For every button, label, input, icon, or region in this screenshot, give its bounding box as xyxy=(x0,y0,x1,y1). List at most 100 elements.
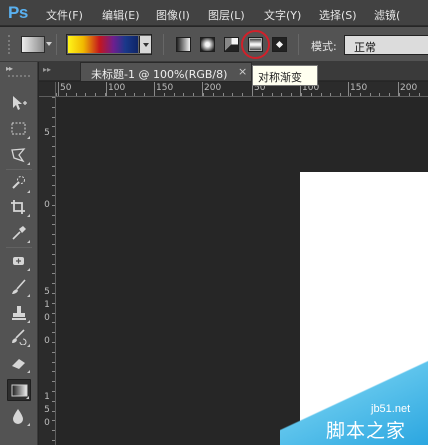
menu-type[interactable]: 文字(Y) xyxy=(264,7,301,23)
tools-panel: ▸▸ xyxy=(0,62,38,445)
ruler-label: 0 xyxy=(44,200,50,210)
angle-gradient-icon[interactable] xyxy=(224,37,239,52)
ruler-minor-tick xyxy=(389,93,391,96)
menu-select[interactable]: 选择(S) xyxy=(319,7,357,23)
ruler-minor-tick xyxy=(350,93,351,96)
photoshop-logo[interactable]: Ps xyxy=(8,3,28,23)
ruler-minor-tick xyxy=(134,93,136,96)
quick-selection-tool[interactable] xyxy=(7,172,31,194)
ruler-minor-tick xyxy=(52,165,55,167)
ruler-minor-tick xyxy=(52,391,55,392)
crop-icon xyxy=(11,200,25,214)
submenu-indicator-icon xyxy=(27,268,30,271)
ruler-minor-tick xyxy=(52,185,55,187)
diamond-gradient-icon[interactable] xyxy=(272,37,287,52)
gradient-preview[interactable] xyxy=(68,36,138,53)
gradient-tool[interactable] xyxy=(7,379,31,401)
ruler-minor-tick xyxy=(52,204,55,206)
ruler-minor-tick xyxy=(163,93,165,96)
options-bar: 模式: 正常 xyxy=(0,27,428,62)
ruler-minor-tick xyxy=(212,93,214,96)
submenu-indicator-icon xyxy=(27,136,30,139)
horizontal-ruler[interactable]: 50 100 150 200 50 100 150 200 xyxy=(56,82,428,97)
submenu-indicator-icon xyxy=(26,396,29,399)
ruler-minor-tick xyxy=(242,93,244,96)
ruler-label: 50 xyxy=(60,83,72,93)
tool-preset-picker[interactable] xyxy=(21,36,45,53)
ruler-minor-tick xyxy=(52,97,55,98)
ruler-label: 0 xyxy=(44,336,50,346)
ruler-major-tick xyxy=(58,82,59,96)
ruler-label: 150 xyxy=(350,83,368,93)
crop-tool[interactable] xyxy=(7,196,31,218)
ruler-minor-tick xyxy=(52,361,55,363)
ruler-minor-tick xyxy=(56,93,57,96)
menu-edit[interactable]: 编辑(E) xyxy=(102,7,140,23)
divider xyxy=(298,34,299,55)
ruler-label: 5 xyxy=(44,405,50,415)
menu-filter[interactable]: 滤镜( xyxy=(374,7,400,23)
gradient-dropdown-button[interactable] xyxy=(139,36,151,53)
linear-gradient-icon[interactable] xyxy=(176,37,191,52)
menu-file[interactable]: 文件(F) xyxy=(46,7,83,23)
close-icon[interactable]: × xyxy=(238,65,247,78)
divider xyxy=(56,34,57,55)
eyedropper-tool[interactable] xyxy=(7,222,31,244)
mode-select-value: 正常 xyxy=(354,41,376,54)
move-tool[interactable] xyxy=(7,92,31,114)
ruler-minor-tick xyxy=(379,93,381,96)
chevron-down-icon[interactable] xyxy=(46,42,52,46)
watermark-text: 脚本之家 xyxy=(326,420,407,442)
healing-brush-tool[interactable] xyxy=(7,250,31,272)
ruler-origin[interactable] xyxy=(39,82,56,97)
ruler-minor-tick xyxy=(52,273,55,275)
brush-icon xyxy=(12,279,26,294)
ruler-minor-tick xyxy=(52,283,55,285)
menu-layer[interactable]: 图层(L) xyxy=(208,7,245,23)
submenu-indicator-icon xyxy=(27,423,30,426)
tab-bar-grip[interactable]: ▸▸ xyxy=(43,65,51,74)
marquee-tool[interactable] xyxy=(7,118,31,140)
ruler-label: 5 xyxy=(44,128,50,138)
ruler-minor-tick xyxy=(310,93,312,96)
ruler-label: 200 xyxy=(400,83,418,93)
ruler-minor-tick xyxy=(52,312,55,314)
ruler-minor-tick xyxy=(291,93,293,96)
document-tab-bar: ▸▸ 未标题-1 @ 100%(RGB/8) × xyxy=(39,62,428,81)
marquee-icon xyxy=(11,122,26,135)
history-brush-icon xyxy=(12,329,27,345)
gradient-picker[interactable] xyxy=(66,34,152,55)
ruler-minor-tick xyxy=(52,332,55,334)
options-bar-grip[interactable] xyxy=(8,35,12,54)
ruler-minor-tick xyxy=(65,93,67,96)
document-tab[interactable]: 未标题-1 @ 100%(RGB/8) × xyxy=(80,62,252,81)
tools-panel-grip[interactable] xyxy=(8,75,30,77)
ruler-minor-tick xyxy=(340,93,342,96)
ruler-minor-tick xyxy=(52,440,55,441)
watermark-site: jb51.net xyxy=(371,403,411,415)
ruler-minor-tick xyxy=(144,93,146,96)
submenu-indicator-icon xyxy=(27,214,30,217)
ruler-minor-tick xyxy=(359,93,361,96)
vertical-ruler[interactable]: 505100150 xyxy=(39,97,56,445)
ruler-major-tick xyxy=(398,82,399,96)
tooltip-text: 对称渐变 xyxy=(258,71,302,84)
blur-tool[interactable] xyxy=(7,405,31,427)
ruler-minor-tick xyxy=(369,93,371,96)
mode-select[interactable]: 正常 xyxy=(344,35,428,55)
brush-tool[interactable] xyxy=(7,276,31,298)
menu-image[interactable]: 图像(I) xyxy=(156,7,190,23)
collapse-panel-icon[interactable]: ▸▸ xyxy=(6,64,13,73)
clone-stamp-tool[interactable] xyxy=(7,302,31,324)
move-icon xyxy=(13,96,27,110)
ruler-minor-tick xyxy=(52,136,55,138)
history-brush-tool[interactable] xyxy=(7,326,31,348)
eraser-tool[interactable] xyxy=(7,352,31,374)
ruler-minor-tick xyxy=(418,93,420,96)
ruler-minor-tick xyxy=(52,126,55,128)
quick-selection-icon xyxy=(12,176,25,189)
radial-gradient-icon[interactable] xyxy=(200,37,215,52)
ruler-minor-tick xyxy=(301,93,302,96)
lasso-tool[interactable] xyxy=(7,144,31,166)
ruler-label: 150 xyxy=(156,83,174,93)
